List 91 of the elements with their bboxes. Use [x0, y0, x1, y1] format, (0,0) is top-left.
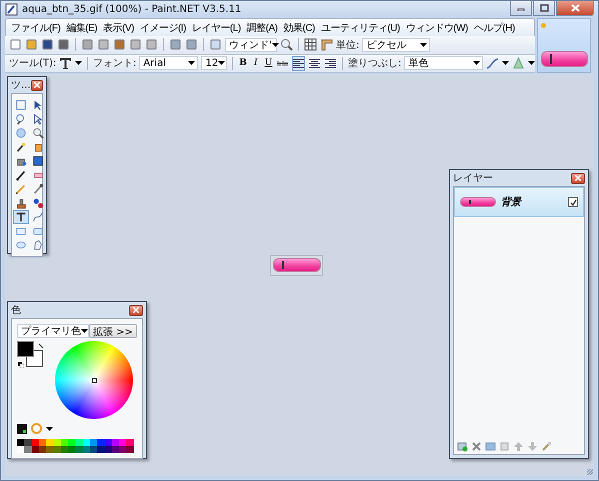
- palette-swatch[interactable]: [17, 446, 24, 453]
- units-label: 単位:: [336, 38, 360, 52]
- caret-icon: [420, 42, 428, 47]
- palette-swatch[interactable]: [75, 439, 83, 446]
- reset-colors-icon[interactable]: [18, 362, 24, 368]
- caret-icon: [188, 61, 196, 66]
- menu-item[interactable]: 効果(C): [280, 20, 318, 35]
- close-icon: [34, 82, 40, 88]
- zoom-dropdown[interactable]: ウィンド': [225, 38, 277, 52]
- caret-icon: [81, 329, 88, 333]
- layer-properties-icon[interactable]: [541, 440, 552, 452]
- underline-button[interactable]: U: [264, 56, 274, 70]
- close-icon: [570, 4, 580, 12]
- close-button[interactable]: [571, 172, 585, 184]
- close-button[interactable]: [556, 1, 594, 16]
- close-icon: [133, 307, 139, 313]
- blend-mode-icon[interactable]: [512, 56, 525, 70]
- menu-item[interactable]: ユーティリティ(U): [318, 20, 403, 35]
- palette-swatch[interactable]: [46, 439, 54, 446]
- panel-title: レイヤー: [453, 172, 493, 185]
- antialias-icon[interactable]: [486, 56, 499, 70]
- layer-thumbnail: [460, 197, 496, 207]
- menu-item[interactable]: ウィンドウ(W): [402, 20, 471, 35]
- maximize-icon: [540, 4, 548, 12]
- menu-item[interactable]: 調整(A): [244, 20, 280, 35]
- close-icon: [575, 175, 581, 181]
- caret-icon: [75, 61, 82, 66]
- palette-swatch[interactable]: [24, 446, 32, 453]
- window-title: aqua_btn_35.gif (100%) - Paint.NET V3.5.11: [22, 4, 242, 15]
- palette-swatch[interactable]: [68, 439, 76, 446]
- grid-icon[interactable]: [304, 38, 317, 52]
- units-dropdown[interactable]: ピクセル: [362, 38, 430, 52]
- caret-icon: [272, 42, 279, 47]
- font-size-dropdown[interactable]: 12: [201, 56, 228, 70]
- palette-swatch[interactable]: [17, 439, 24, 446]
- tool-label: ツール(T):: [9, 57, 56, 70]
- palette-swatch[interactable]: [68, 446, 76, 453]
- maximize-button[interactable]: [533, 1, 555, 16]
- font-label: フォント:: [92, 57, 136, 70]
- visibility-checkbox[interactable]: [568, 197, 578, 207]
- caret-icon: [473, 61, 480, 66]
- bold-button[interactable]: B: [238, 56, 248, 70]
- text-tool-icon[interactable]: [59, 56, 72, 70]
- caret-icon: [218, 61, 226, 66]
- image-thumbnail[interactable]: [538, 19, 590, 72]
- add-layer-icon[interactable]: [457, 440, 468, 452]
- ruler-icon[interactable]: [320, 38, 333, 52]
- palette-swatch[interactable]: [126, 446, 134, 453]
- layer-row[interactable]: 背景: [454, 187, 584, 217]
- menu-item[interactable]: レイヤー(L): [188, 20, 244, 35]
- palette-swatch[interactable]: [24, 439, 32, 446]
- text-icon[interactable]: [13, 210, 29, 224]
- duplicate-layer-icon[interactable]: [485, 440, 496, 452]
- layer-name: 背景: [501, 196, 523, 209]
- caret-icon: [528, 61, 535, 66]
- app-icon: [5, 3, 18, 16]
- panel-title: 色: [11, 304, 21, 317]
- menu-item[interactable]: イメージ(I): [136, 20, 189, 35]
- zoom-in-icon[interactable]: [280, 38, 293, 52]
- palette-swatch[interactable]: [126, 439, 134, 446]
- more-button[interactable]: 拡張 >>: [89, 324, 137, 338]
- palette-swatch[interactable]: [75, 446, 83, 453]
- font-dropdown[interactable]: Arial: [139, 56, 198, 70]
- align-left-button[interactable]: [292, 56, 306, 71]
- close-button[interactable]: [129, 304, 143, 316]
- menu-item[interactable]: 表示(V): [100, 20, 137, 35]
- caret-icon: [502, 61, 509, 66]
- color-mode-dropdown[interactable]: プライマリ色: [17, 324, 89, 338]
- fill-dropdown[interactable]: 単色: [404, 56, 483, 70]
- menu-item[interactable]: ファイル(F): [8, 20, 64, 35]
- delete-layer-icon[interactable]: [471, 440, 482, 452]
- panel-title: ツ...: [11, 79, 31, 92]
- palette-swatch[interactable]: [97, 446, 105, 453]
- palette-swatch[interactable]: [53, 439, 61, 446]
- palette-swatch[interactable]: [46, 446, 54, 453]
- merge-layer-icon[interactable]: [499, 440, 510, 452]
- italic-button[interactable]: I: [250, 56, 261, 70]
- palette-swatch[interactable]: [53, 446, 61, 453]
- resize-grip[interactable]: [587, 469, 593, 475]
- caret-icon: [46, 426, 53, 430]
- canvas-image: [270, 255, 323, 276]
- palette-swatch[interactable]: [119, 446, 126, 453]
- fill-label: 塗りつぶし:: [348, 57, 402, 70]
- close-button[interactable]: [30, 80, 43, 90]
- palette-swatch[interactable]: [119, 439, 126, 446]
- menu-item[interactable]: 編集(E): [63, 20, 100, 35]
- palette-swatch[interactable]: [97, 439, 105, 446]
- button-image-thumbnail: [540, 51, 588, 67]
- minimize-button[interactable]: [510, 1, 532, 16]
- menu-item[interactable]: ヘルプ(H): [470, 20, 518, 35]
- color-swatches-drawing[interactable]: [17, 341, 43, 367]
